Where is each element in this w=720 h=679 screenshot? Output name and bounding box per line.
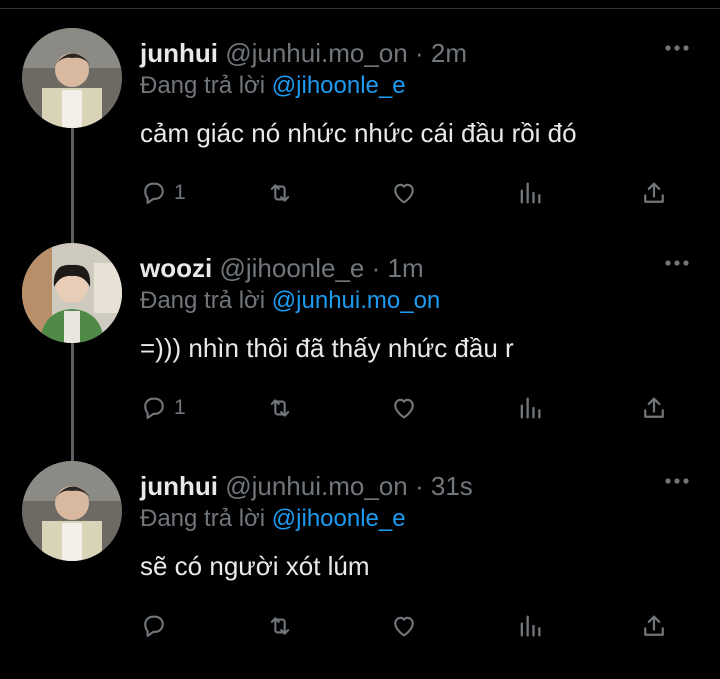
views-button[interactable] [516,609,544,643]
views-button[interactable] [516,176,544,210]
like-icon [394,616,414,637]
replying-to-label: Đang trả lời [140,505,266,532]
timestamp[interactable]: 31s [431,471,473,501]
replying-to: Đang trả lời @jihoonle_e [140,72,406,100]
share-icon [644,615,664,636]
like-icon [394,398,414,419]
mention-link[interactable]: @jihoonle_e [272,72,406,99]
retweet-icon [270,399,290,417]
tweet[interactable]: junhui @junhui.mo_on · 31s Đang trả lời … [0,461,720,679]
retweet-icon [270,184,290,202]
replying-to-label: Đang trả lời [140,72,266,99]
tweet[interactable]: junhui @junhui.mo_on · 2m Đang trả lời @… [0,28,720,246]
avatar[interactable] [22,243,122,343]
like-button[interactable] [390,391,418,425]
share-icon [644,182,664,203]
tweet-text: cảm giác nó nhức nhức cái đầu rồi đó [140,118,577,148]
tweet-text: =))) nhìn thôi đã thấy nhức đầu r [140,333,514,363]
reply-icon [144,182,164,204]
username[interactable]: @jihoonle_e [219,253,364,283]
display-name[interactable]: junhui [140,471,218,501]
like-icon [394,183,414,204]
timestamp[interactable]: 2m [431,38,467,68]
reply-icon [144,615,164,637]
reply-button[interactable]: 1 [140,176,186,210]
tweet-header: junhui @junhui.mo_on · 31s [140,471,473,502]
retweet-button[interactable] [266,609,294,643]
retweet-button[interactable] [266,176,294,210]
reply-button[interactable]: 1 [140,391,186,425]
avatar[interactable] [22,28,122,128]
reply-count: 1 [174,396,186,419]
action-bar [140,609,680,643]
views-icon [520,615,541,637]
share-icon [644,397,664,418]
more-icon[interactable] [664,253,690,273]
tweet-text: sẽ có người xót lúm [140,551,370,581]
reply-button[interactable] [140,609,174,643]
separator-dot: · [414,471,424,501]
username[interactable]: @junhui.mo_on [225,38,408,68]
like-button[interactable] [390,176,418,210]
top-divider [0,8,720,9]
mention-link[interactable]: @jihoonle_e [272,505,406,532]
separator-dot: · [414,38,424,68]
views-button[interactable] [516,391,544,425]
timestamp[interactable]: 1m [388,253,424,283]
replying-to: Đang trả lời @junhui.mo_on [140,287,440,315]
retweet-button[interactable] [266,391,294,425]
display-name[interactable]: junhui [140,38,218,68]
share-button[interactable] [640,609,668,643]
more-icon[interactable] [664,38,690,58]
share-button[interactable] [640,176,668,210]
share-button[interactable] [640,391,668,425]
mention-link[interactable]: @junhui.mo_on [272,287,440,314]
tweet-header: woozi @jihoonle_e · 1m [140,253,424,284]
reply-count: 1 [174,181,186,204]
tweet[interactable]: woozi @jihoonle_e · 1m Đang trả lời @jun… [0,243,720,461]
tweet-header: junhui @junhui.mo_on · 2m [140,38,467,69]
replying-to-label: Đang trả lời [140,287,266,314]
views-icon [520,397,541,419]
replying-to: Đang trả lời @jihoonle_e [140,505,406,533]
retweet-icon [270,617,290,635]
like-button[interactable] [390,609,418,643]
separator-dot: · [371,253,381,283]
username[interactable]: @junhui.mo_on [225,471,408,501]
action-bar: 1 [140,176,680,210]
display-name[interactable]: woozi [140,253,212,283]
views-icon [520,182,541,204]
avatar[interactable] [22,461,122,561]
more-icon[interactable] [664,471,690,491]
action-bar: 1 [140,391,680,425]
reply-icon [144,397,164,419]
